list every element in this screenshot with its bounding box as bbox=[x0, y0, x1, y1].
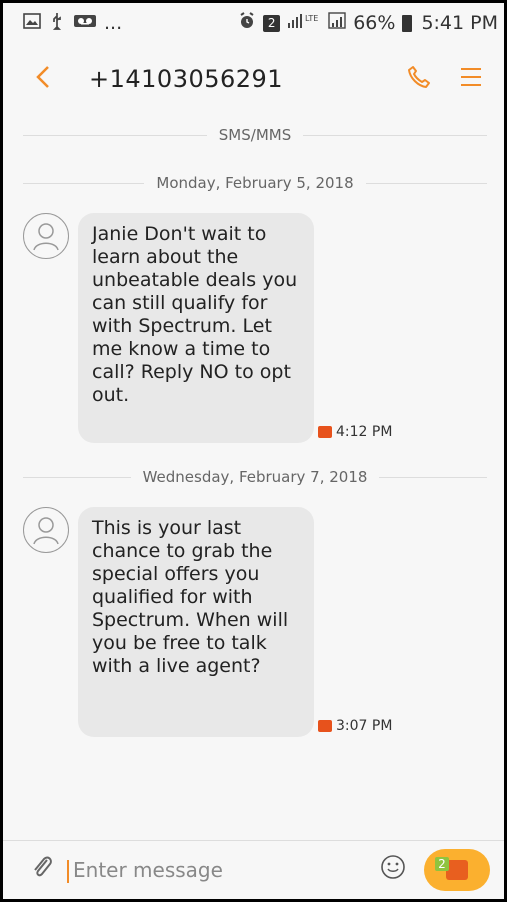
gallery-icon bbox=[23, 12, 41, 34]
message-row-1: Janie Don't wait to learn about the unbe… bbox=[23, 213, 493, 443]
message-bubble-2[interactable]: This is your last chance to grab the spe… bbox=[78, 507, 314, 737]
status-left: ... bbox=[23, 12, 122, 35]
message-type-icon bbox=[318, 720, 332, 732]
date-label-2: Wednesday, February 7, 2018 bbox=[142, 468, 368, 486]
contact-phone-number: +14103056291 bbox=[89, 65, 284, 93]
date-divider-2: Wednesday, February 7, 2018 bbox=[23, 468, 487, 486]
signal-icon: LTE bbox=[287, 12, 321, 35]
attach-icon[interactable] bbox=[29, 853, 55, 887]
app-bar: +14103056291 bbox=[3, 43, 504, 115]
avatar-icon bbox=[23, 507, 69, 553]
message-type-icon bbox=[318, 426, 332, 438]
composer-bar: Enter message 2 bbox=[3, 840, 504, 899]
message-time-label-1: 4:12 PM bbox=[336, 424, 393, 440]
status-ellipsis: ... bbox=[104, 12, 123, 34]
date-label-1: Monday, February 5, 2018 bbox=[156, 174, 354, 192]
sms-mms-label: SMS/MMS bbox=[218, 126, 292, 144]
avatar-icon bbox=[23, 213, 69, 259]
menu-icon[interactable] bbox=[460, 65, 482, 93]
phone-icon[interactable] bbox=[406, 64, 432, 94]
send-button[interactable]: 2 bbox=[424, 849, 490, 891]
app-actions bbox=[406, 64, 482, 94]
back-icon[interactable] bbox=[33, 65, 55, 94]
emoji-icon[interactable] bbox=[380, 854, 406, 886]
send-message-icon bbox=[446, 860, 468, 880]
usb-icon bbox=[48, 12, 66, 35]
status-right: 2 LTE 66% 5:41 PM bbox=[238, 11, 498, 35]
svg-text:LTE: LTE bbox=[305, 14, 318, 23]
battery-percent: 66% bbox=[353, 12, 396, 34]
send-count-badge: 2 bbox=[435, 857, 449, 871]
message-time-2: 3:07 PM bbox=[318, 718, 392, 734]
battery-icon bbox=[402, 14, 413, 32]
message-time-1: 4:12 PM bbox=[318, 424, 392, 440]
message-input[interactable]: Enter message bbox=[67, 858, 223, 883]
alarm-icon bbox=[238, 11, 256, 35]
message-time-label-2: 3:07 PM bbox=[336, 718, 393, 734]
wifi-signal-icon bbox=[328, 12, 346, 34]
sms-mms-divider: SMS/MMS bbox=[23, 126, 487, 144]
sim-badge: 2 bbox=[263, 14, 281, 32]
message-row-2: This is your last chance to grab the spe… bbox=[23, 507, 493, 737]
voicemail-icon bbox=[73, 13, 97, 34]
message-bubble-1[interactable]: Janie Don't wait to learn about the unbe… bbox=[78, 213, 314, 443]
status-bar: ... 2 LTE 66% 5:41 PM bbox=[3, 3, 504, 43]
status-time: 5:41 PM bbox=[421, 12, 498, 34]
date-divider-1: Monday, February 5, 2018 bbox=[23, 174, 487, 192]
